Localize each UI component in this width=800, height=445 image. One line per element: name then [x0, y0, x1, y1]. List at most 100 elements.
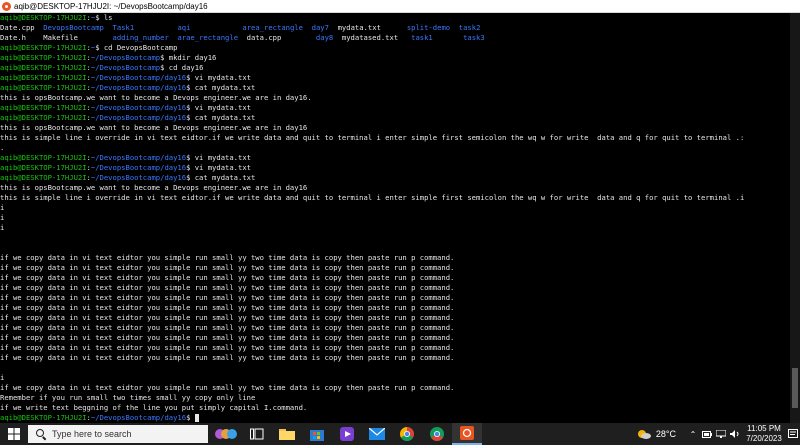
terminal-text: day7 [311, 23, 329, 32]
window-titlebar[interactable]: aqib@DESKTOP-17HJU2I: ~/DevopsBootcamp/d… [0, 0, 800, 13]
battery-icon[interactable] [700, 423, 714, 445]
terminal-text: this is opsBootcamp.we want to become a … [0, 123, 308, 132]
terminal-text: adding_number [112, 33, 169, 42]
terminal-text: $ cat mydata.txt [186, 83, 256, 92]
terminal-text: $ vi mydata.txt [186, 153, 251, 162]
terminal-text: if we copy data in vi text eidtor you si… [0, 293, 455, 302]
terminal-line: if we copy data in vi text eidtor you si… [0, 253, 790, 263]
ubuntu-terminal-icon[interactable] [452, 423, 482, 445]
terminal-text: ~/DevopsBootcamp/day16 [90, 413, 187, 422]
media-player-icon[interactable] [332, 423, 362, 445]
network-icon[interactable] [714, 423, 728, 445]
terminal-line: aqib@DESKTOP-17HJU2I:~/DevopsBootcamp$ m… [0, 53, 790, 63]
terminal-text: $ [186, 413, 195, 422]
search-icon [36, 429, 46, 439]
start-button[interactable] [0, 423, 28, 445]
terminal-line: i [0, 373, 790, 383]
terminal-text: if we copy data in vi text eidtor you si… [0, 253, 455, 262]
terminal-text: aqib@DESKTOP-17HJU2I [0, 13, 87, 22]
terminal-line: if we copy data in vi text eidtor you si… [0, 343, 790, 353]
volume-icon[interactable] [728, 423, 742, 445]
terminal-text: aqib@DESKTOP-17HJU2I [0, 153, 87, 162]
terminal-line: Remember if you run small two times smal… [0, 393, 790, 403]
terminal-text: ~/DevopsBootcamp/day16 [90, 83, 187, 92]
search-placeholder: Type here to search [52, 429, 132, 439]
terminal-text: ~/DevopsBootcamp/day16 [90, 163, 187, 172]
terminal-line: this is simple line i override in vi tex… [0, 133, 790, 143]
system-clock[interactable]: 11:05 PM 7/20/2023 [742, 424, 786, 444]
terminal-text: aqib@DESKTOP-17HJU2I [0, 103, 87, 112]
terminal-line: . [0, 143, 790, 153]
terminal-text: $ cd DevopsBootcamp [95, 43, 178, 52]
chevron-up-icon[interactable]: ⌃ [686, 423, 700, 445]
terminal-text: i [0, 373, 5, 382]
terminal-text: Remember if you run small two times smal… [0, 393, 256, 402]
terminal-line: if we copy data in vi text eidtor you si… [0, 303, 790, 313]
terminal-text: this is opsBootcamp.we want to become a … [0, 93, 312, 102]
terminal-line: aqib@DESKTOP-17HJU2I:~/DevopsBootcamp/da… [0, 173, 790, 183]
copilot-icon[interactable] [212, 423, 242, 445]
terminal-text: ~/DevopsBootcamp [90, 53, 161, 62]
terminal-text: this is simple line i override in vi tex… [0, 133, 745, 142]
terminal-text: $ cd day16 [160, 63, 204, 72]
terminal-text: aqib@DESKTOP-17HJU2I [0, 73, 87, 82]
microsoft-store-icon[interactable] [302, 423, 332, 445]
terminal-line: if we copy data in vi text eidtor you si… [0, 333, 790, 343]
clock-date: 7/20/2023 [746, 434, 782, 443]
terminal-text: DevopsBootcamp [43, 23, 104, 32]
terminal-text: aqib@DESKTOP-17HJU2I [0, 43, 87, 52]
terminal-text: ~/DevopsBootcamp/day16 [90, 73, 187, 82]
mail-icon[interactable] [362, 423, 392, 445]
terminal-line: this is opsBootcamp.we want to become a … [0, 123, 790, 133]
terminal-line: if we write text beggning of the line yo… [0, 403, 790, 413]
terminal-line: if we copy data in vi text eidtor you si… [0, 323, 790, 333]
terminal-text: . [0, 143, 5, 152]
terminal-text: i [0, 213, 5, 222]
terminal-text: day8 [315, 33, 334, 42]
chrome-profile-icon[interactable] [422, 423, 452, 445]
terminal-text: task3 [463, 33, 485, 42]
terminal-line: if we copy data in vi text eidtor you si… [0, 263, 790, 273]
terminal-line: this is simple line i override in vi tex… [0, 193, 790, 203]
terminal-text: mydata.txt [328, 23, 407, 32]
terminal-line: i [0, 223, 790, 233]
file-explorer-icon[interactable] [272, 423, 302, 445]
terminal-text: $ cat mydata.txt [186, 173, 256, 182]
terminal-output[interactable]: aqib@DESKTOP-17HJU2I:~$ ls Date.cpp Devop… [0, 13, 790, 423]
scrollbar-thumb[interactable] [792, 368, 798, 408]
terminal-line: if we copy data in vi text eidtor you si… [0, 293, 790, 303]
terminal-scrollbar[interactable] [790, 13, 800, 423]
terminal-line: Date.h Makefile adding_number arae_recta… [0, 33, 790, 43]
notifications-icon[interactable] [786, 423, 800, 445]
terminal-text: if we copy data in vi text eidtor you si… [0, 313, 455, 322]
terminal-text: aqib@DESKTOP-17HJU2I [0, 413, 87, 422]
terminal-text: if we write text beggning of the line yo… [0, 403, 308, 412]
weather-widget[interactable]: 28°C [636, 428, 676, 440]
chrome-icon[interactable] [392, 423, 422, 445]
taskbar: Type here to search 28°C ⌃ 11:05 PM 7/20… [0, 423, 800, 445]
terminal-text: $ mkdir day16 [160, 53, 217, 62]
terminal-text: ~/DevopsBootcamp [90, 63, 161, 72]
terminal-text: if we copy data in vi text eidtor you si… [0, 383, 455, 392]
terminal-line: if we copy data in vi text eidtor you si… [0, 313, 790, 323]
weather-icon [637, 430, 651, 439]
clock-time: 11:05 PM [747, 424, 781, 433]
terminal-text: if we copy data in vi text eidtor you si… [0, 263, 455, 272]
terminal-line: i [0, 203, 790, 213]
terminal-line: if we copy data in vi text eidtor you si… [0, 383, 790, 393]
terminal-line: if we copy data in vi text eidtor you si… [0, 353, 790, 363]
terminal-text: Task1 [112, 23, 135, 32]
terminal-line: i [0, 213, 790, 223]
terminal-text: $ vi mydata.txt [186, 163, 251, 172]
taskbar-search-box[interactable]: Type here to search [28, 425, 208, 443]
ubuntu-icon [2, 1, 11, 11]
terminal-line: this is opsBootcamp.we want to become a … [0, 93, 790, 103]
terminal-text: $ vi mydata.txt [186, 103, 251, 112]
task-view-icon[interactable] [242, 423, 272, 445]
windows-logo-icon [8, 428, 20, 440]
